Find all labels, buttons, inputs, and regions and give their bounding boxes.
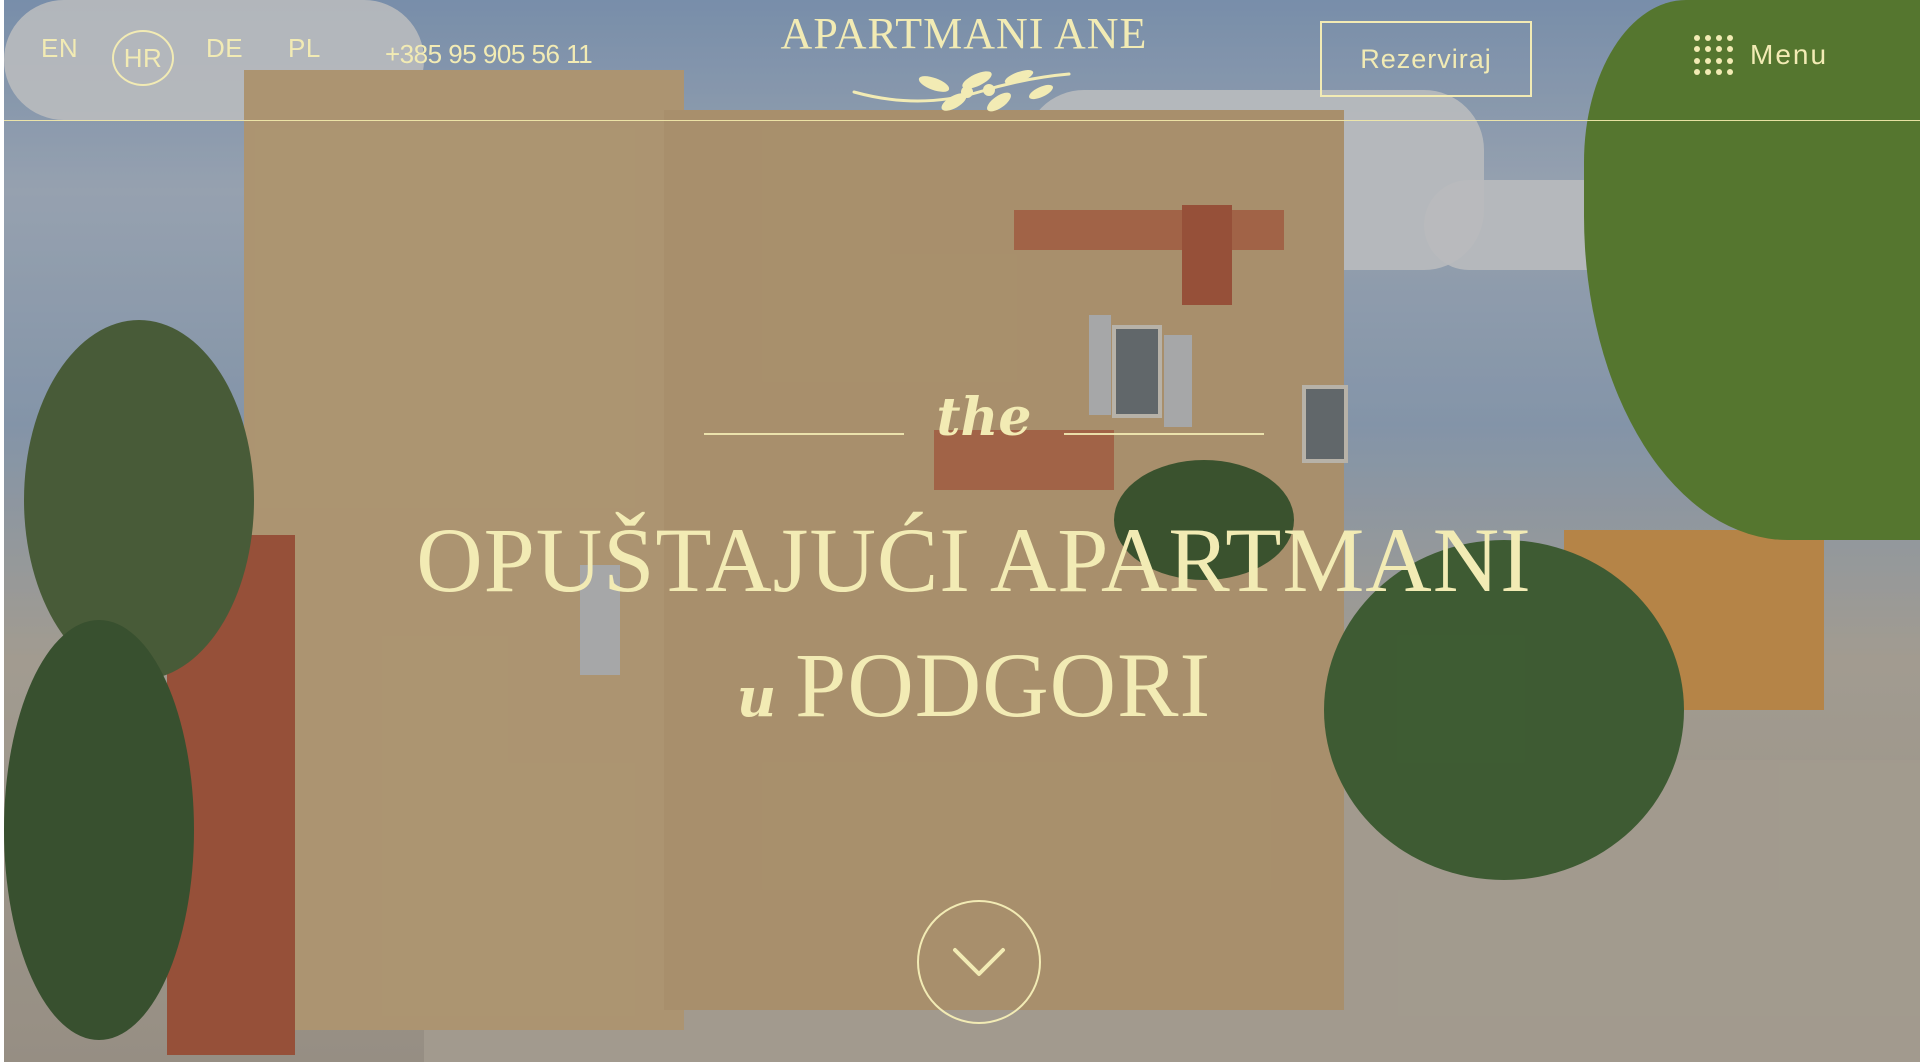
reserve-button[interactable]: Rezerviraj <box>1320 21 1532 97</box>
menu-button[interactable]: Menu <box>1694 35 1828 75</box>
lang-de-link[interactable]: DE <box>206 33 243 64</box>
kicker-word: the <box>936 387 1032 448</box>
kicker-line-right <box>1064 433 1264 435</box>
hero-kicker: the <box>704 387 1264 455</box>
hero-section: EN HR DE PL +385 95 905 56 11 APARTMANI … <box>4 0 1920 1062</box>
lang-hr-link[interactable]: HR <box>112 30 174 86</box>
hero-title-location: PODGORI <box>795 634 1212 736</box>
header-divider <box>4 120 1920 121</box>
scroll-down-button[interactable] <box>917 900 1041 1024</box>
lang-pl-link[interactable]: PL <box>288 33 321 64</box>
lang-en-link[interactable]: EN <box>41 33 78 64</box>
phone-link[interactable]: +385 95 905 56 11 <box>385 39 593 70</box>
olive-branch-icon <box>852 70 1071 112</box>
chevron-down-icon <box>953 948 1005 976</box>
grid-dots-icon <box>1694 35 1734 75</box>
site-logo[interactable]: APARTMANI ANE <box>764 10 1164 120</box>
hero-title-line2: u PODGORI <box>384 635 1564 747</box>
hero-title-line1: OPUŠTAJUĆI APARTMANI <box>416 509 1532 611</box>
menu-label: Menu <box>1750 39 1829 70</box>
logo-text: APARTMANI ANE <box>780 9 1148 58</box>
hero-title-prefix: u <box>736 665 778 729</box>
